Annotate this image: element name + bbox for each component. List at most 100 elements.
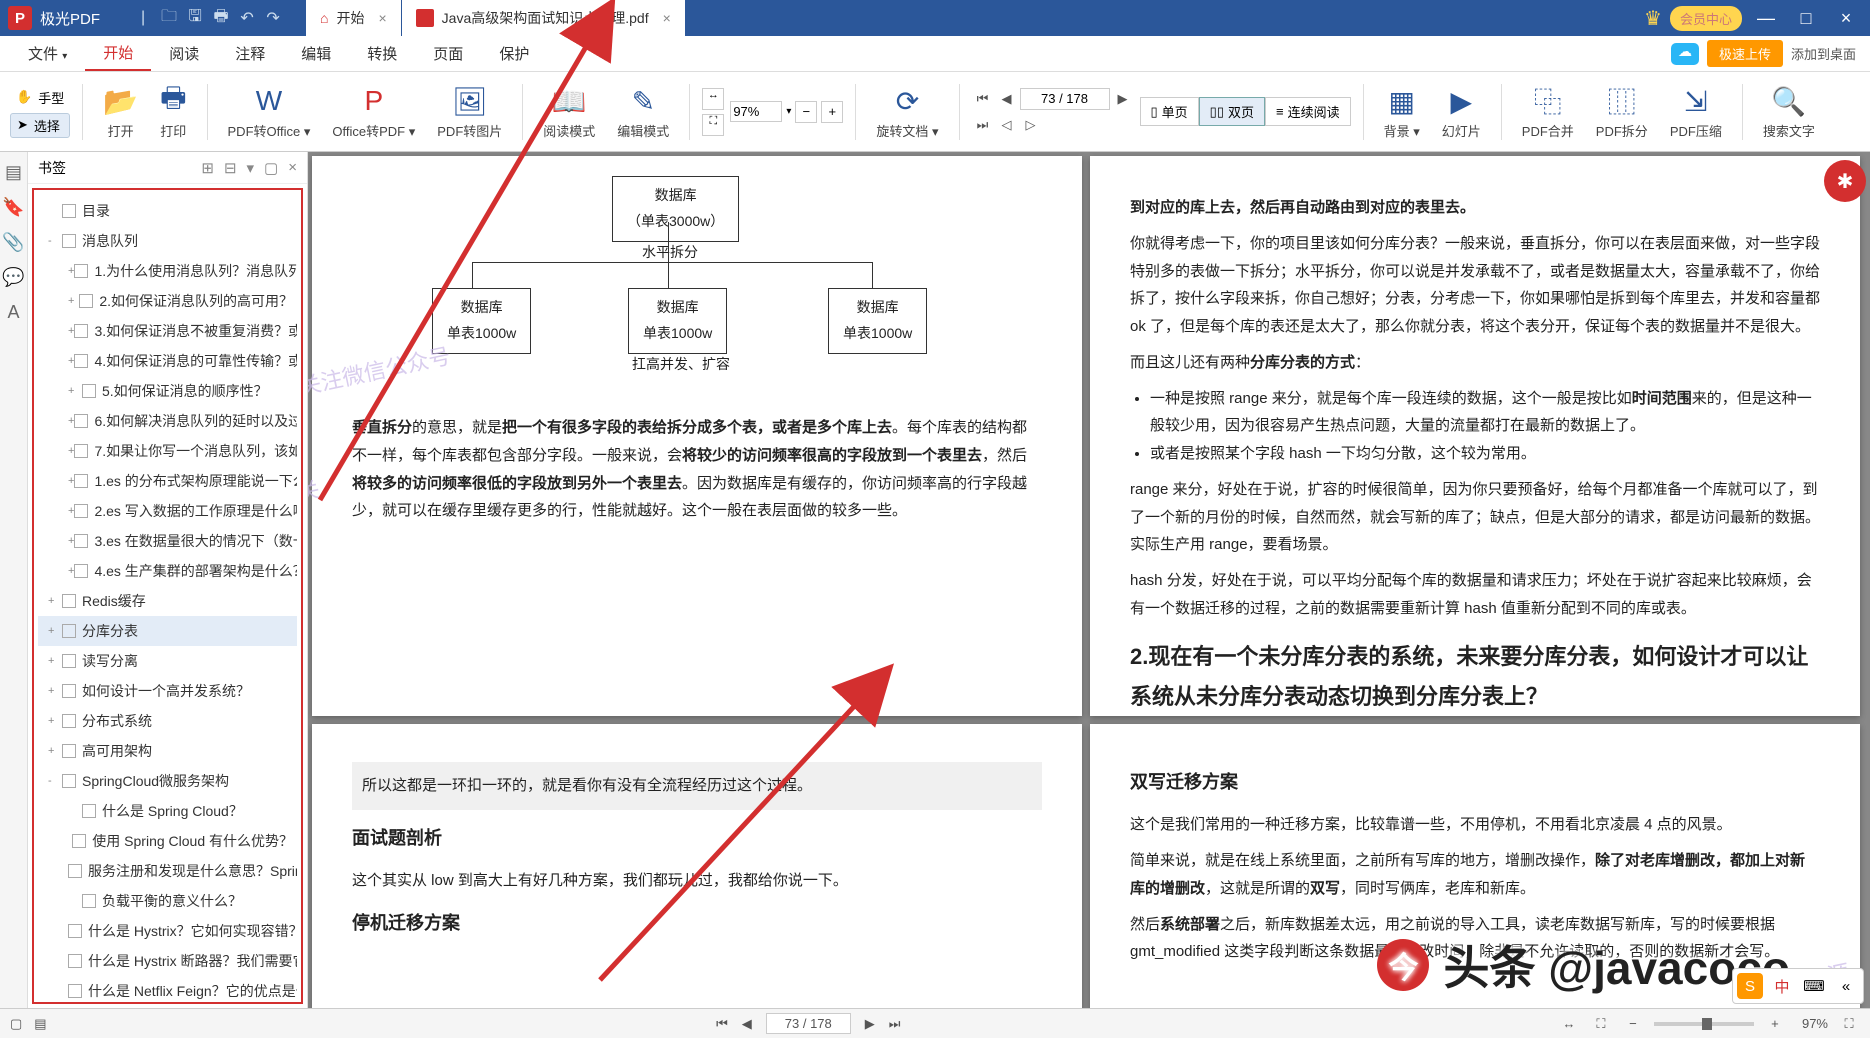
tab-home[interactable]: ⌂ 开始 × bbox=[306, 0, 402, 36]
single-page-button[interactable]: ▯单页 bbox=[1140, 97, 1199, 126]
bookmark-menu-icon[interactable]: ▾ bbox=[247, 159, 255, 177]
fit-page-icon[interactable]: ⛶ bbox=[1590, 1016, 1612, 1032]
prev-page-button[interactable]: ◀ bbox=[742, 1016, 752, 1032]
bookmark-item[interactable]: +分布式系统 bbox=[38, 706, 297, 736]
menu-start[interactable]: 开始 bbox=[85, 36, 151, 71]
select-tool[interactable]: ➤选择 bbox=[10, 113, 70, 138]
bookmark-item[interactable]: -消息队列 bbox=[38, 226, 297, 256]
bookmarks-icon[interactable]: 🔖 bbox=[2, 197, 24, 218]
fit-width-button[interactable]: ↔ bbox=[702, 88, 724, 110]
zoom-out-button[interactable]: − bbox=[795, 101, 817, 123]
bookmark-item[interactable]: 什么是 Netflix Feign？它的优点是什么 bbox=[38, 976, 297, 1004]
tray-app-icon[interactable]: S bbox=[1737, 973, 1763, 999]
slideshow-button[interactable]: ▶幻灯片 bbox=[1434, 79, 1489, 144]
first-page-button[interactable]: ⏮ bbox=[716, 1016, 728, 1032]
next-page-button[interactable]: ▶ bbox=[865, 1016, 875, 1032]
bookmark-item[interactable]: +6.如何解决消息队列的延时以及过期失 bbox=[38, 406, 297, 436]
bookmark-item[interactable]: 服务注册和发现是什么意思？Spring C bbox=[38, 856, 297, 886]
menu-file[interactable]: 文件 ▾ bbox=[10, 43, 85, 64]
collapse-all-icon[interactable]: ⊟ bbox=[224, 159, 237, 177]
zoom-input[interactable] bbox=[730, 101, 782, 122]
page-indicator[interactable]: 73 / 178 bbox=[766, 1013, 851, 1034]
edit-mode-button[interactable]: ✎编辑模式 bbox=[609, 79, 677, 144]
print-button[interactable]: 🖶打印 bbox=[152, 79, 194, 144]
bookmark-item[interactable]: -SpringCloud微服务架构 bbox=[38, 766, 297, 796]
pdf-split-button[interactable]: ⿲PDF拆分 bbox=[1588, 79, 1656, 144]
maximize-button[interactable]: □ bbox=[1790, 8, 1822, 29]
minimize-button[interactable]: — bbox=[1750, 8, 1782, 29]
menu-edit[interactable]: 编辑 bbox=[283, 43, 349, 64]
upload-button[interactable]: 极速上传 bbox=[1707, 40, 1783, 67]
bookmark-item[interactable]: +1.es 的分布式架构原理能说一下么（e bbox=[38, 466, 297, 496]
window-close-button[interactable]: × bbox=[1830, 8, 1862, 29]
new-window-icon[interactable]: ▢ bbox=[264, 159, 278, 177]
folder-icon[interactable]: 🗀 bbox=[156, 5, 182, 32]
zoom-slider[interactable] bbox=[1654, 1022, 1754, 1026]
expand-icon[interactable]: + bbox=[48, 625, 62, 637]
next-page-button[interactable]: ▶ bbox=[1112, 88, 1134, 110]
bookmark-item[interactable]: +1.为什么使用消息队列？消息队列有什 bbox=[38, 256, 297, 286]
menu-annotate[interactable]: 注释 bbox=[217, 43, 283, 64]
search-text-button[interactable]: 🔍搜索文字 bbox=[1755, 79, 1823, 144]
last-page-button[interactable]: ⏭ bbox=[972, 114, 994, 136]
cloud-icon[interactable]: ☁ bbox=[1671, 43, 1699, 65]
fit-page-button[interactable]: ⛶ bbox=[702, 114, 724, 136]
pdf-merge-button[interactable]: ⿻PDF合并 bbox=[1514, 79, 1582, 144]
menu-read[interactable]: 阅读 bbox=[151, 43, 217, 64]
close-icon[interactable]: × bbox=[378, 10, 386, 26]
last-page-button[interactable]: ⏭ bbox=[889, 1016, 901, 1032]
bookmark-item[interactable]: +2.es 写入数据的工作原理是什么啊？e bbox=[38, 496, 297, 526]
expand-icon[interactable]: + bbox=[48, 655, 62, 667]
menu-protect[interactable]: 保护 bbox=[481, 43, 547, 64]
text-icon[interactable]: A bbox=[7, 302, 19, 323]
comments-icon[interactable]: 💬 bbox=[2, 267, 24, 288]
page-input[interactable] bbox=[1020, 88, 1110, 110]
attachments-icon[interactable]: 📎 bbox=[2, 232, 24, 253]
expand-icon[interactable]: - bbox=[48, 775, 62, 787]
bookmark-item[interactable]: +4.es 生产集群的部署架构是什么？每个 bbox=[38, 556, 297, 586]
fullscreen-button[interactable]: ⛶ bbox=[1838, 1016, 1860, 1032]
office-to-pdf-button[interactable]: POffice转PDF ▾ bbox=[324, 79, 423, 144]
bookmark-tree[interactable]: 目录-消息队列+1.为什么使用消息队列？消息队列有什+2.如何保证消息队列的高可… bbox=[32, 188, 303, 1004]
redo-icon[interactable]: ↷ bbox=[260, 8, 286, 28]
expand-icon[interactable]: + bbox=[48, 715, 62, 727]
bookmark-item[interactable]: 目录 bbox=[38, 196, 297, 226]
menu-convert[interactable]: 转换 bbox=[349, 43, 415, 64]
bookmark-item[interactable]: +高可用架构 bbox=[38, 736, 297, 766]
print-icon[interactable]: 🖶 bbox=[208, 5, 234, 32]
tab-document[interactable]: Java高级架构面试知识点整理.pdf × bbox=[402, 0, 686, 36]
fit-width-icon[interactable]: ↔ bbox=[1558, 1016, 1580, 1031]
bookmark-item[interactable]: +3.如何保证消息不被重复消费？或者说， bbox=[38, 316, 297, 346]
bookmark-item[interactable]: 什么是 Hystrix？它如何实现容错？ bbox=[38, 916, 297, 946]
bookmark-item[interactable]: +Redis缓存 bbox=[38, 586, 297, 616]
thumbnails-icon[interactable]: ▤ bbox=[5, 162, 22, 183]
page-view-icon[interactable]: ▢ bbox=[10, 1016, 22, 1032]
background-button[interactable]: ▦背景 ▾ bbox=[1376, 79, 1428, 144]
close-panel-icon[interactable]: × bbox=[288, 159, 297, 176]
zoom-out-button[interactable]: − bbox=[1622, 1016, 1644, 1031]
vip-button[interactable]: 会员中心 bbox=[1670, 6, 1742, 31]
close-icon[interactable]: × bbox=[663, 10, 671, 26]
expand-icon[interactable]: + bbox=[68, 385, 82, 397]
zoom-in-button[interactable]: + bbox=[1764, 1016, 1786, 1031]
next-view-button[interactable]: ▷ bbox=[1020, 114, 1042, 136]
tray-chevron-icon[interactable]: « bbox=[1833, 973, 1859, 999]
assistant-bubble[interactable]: ✱ bbox=[1824, 160, 1866, 202]
open-button[interactable]: 📂打开 bbox=[95, 79, 146, 144]
hand-tool[interactable]: ✋手型 bbox=[10, 86, 70, 109]
bookmark-item[interactable]: 什么是 Spring Cloud？ bbox=[38, 796, 297, 826]
bookmark-item[interactable]: +7.如果让你写一个消息队列，该如何进 bbox=[38, 436, 297, 466]
bookmark-item[interactable]: 什么是 Hystrix 断路器？我们需要它吗 bbox=[38, 946, 297, 976]
bookmark-item[interactable]: 负载平衡的意义什么？ bbox=[38, 886, 297, 916]
prev-view-button[interactable]: ◁ bbox=[996, 114, 1018, 136]
chevron-down-icon[interactable]: ▾ bbox=[786, 106, 791, 117]
bookmark-item[interactable]: +2.如何保证消息队列的高可用？ bbox=[38, 286, 297, 316]
menu-page[interactable]: 页面 bbox=[415, 43, 481, 64]
bookmark-item[interactable]: +读写分离 bbox=[38, 646, 297, 676]
rotate-button[interactable]: ⟳旋转文档 ▾ bbox=[868, 79, 946, 144]
expand-icon[interactable]: + bbox=[48, 745, 62, 757]
save-icon[interactable]: 🖫 bbox=[182, 5, 208, 32]
expand-icon[interactable]: - bbox=[48, 235, 62, 247]
pdf-to-image-button[interactable]: 🖼PDF转图片 bbox=[429, 79, 510, 144]
tray-keyboard-icon[interactable]: ⌨ bbox=[1801, 973, 1827, 999]
